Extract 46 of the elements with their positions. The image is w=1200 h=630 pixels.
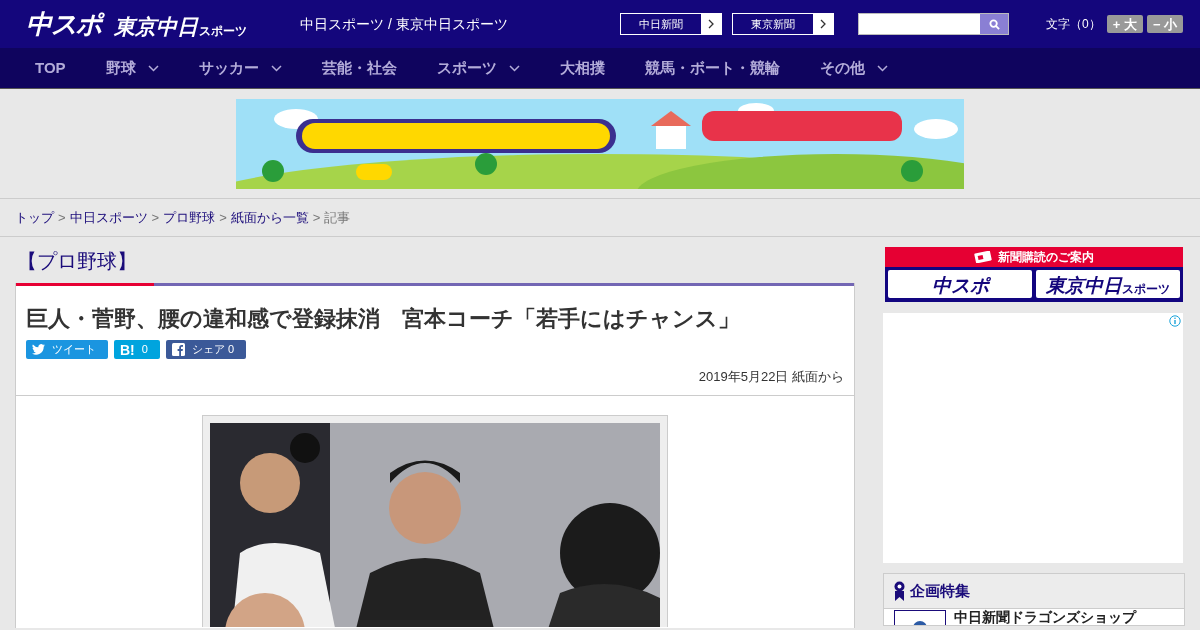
newspaper-logo-link[interactable]: 東京中日スポーツ (1036, 270, 1180, 298)
chevron-down-icon (876, 64, 888, 72)
nav-item[interactable]: 芸能・社会 (321, 56, 397, 80)
f-square-icon (171, 343, 185, 356)
breadcrumb-link[interactable]: 中日スポーツ (69, 207, 148, 228)
site-logo[interactable]: 東京中日スポーツ (114, 16, 248, 37)
search-icon (988, 18, 1000, 30)
chevron-down-icon (270, 64, 282, 72)
nav-item[interactable]: その他 (819, 56, 888, 80)
nav-item[interactable]: サッカー (198, 56, 282, 80)
breadcrumb-separator: > (312, 208, 321, 227)
feature-title: 企画特集 (910, 580, 970, 601)
breadcrumb-link[interactable]: 紙面から一覧 (230, 207, 309, 228)
nav-item[interactable]: 大相撲 (559, 56, 605, 80)
article-date: 2019年5月22日 紙面から (698, 368, 844, 386)
breadcrumb-current: 記事 (324, 208, 351, 227)
nav-item[interactable]: 野球 (105, 56, 159, 80)
chevron-right-icon (820, 19, 826, 29)
newspaper-link[interactable]: 東京新聞 (732, 13, 834, 35)
breadcrumb-separator: > (219, 208, 227, 227)
facebook-button[interactable]: シェア 0 (165, 340, 247, 359)
search-button[interactable] (980, 14, 1008, 34)
subscription-banner[interactable]: 新聞購読のご案内 中スポ 東京中日スポーツ (885, 247, 1183, 302)
category-heading: 【プロ野球】 (16, 249, 138, 274)
chevron-right-icon (708, 19, 714, 29)
newspaper-icon (974, 251, 992, 263)
site-tagline: 中日スポーツ / 東京中日スポーツ (300, 14, 509, 34)
breadcrumb-separator: > (151, 208, 160, 227)
font-size-label: 文字（0） (1046, 16, 1101, 33)
ribbon-icon (894, 581, 905, 601)
nav-item[interactable]: スポーツ (436, 56, 520, 80)
bird-icon (32, 344, 45, 355)
nav-item[interactable]: 競馬・ボート・競輪 (644, 56, 780, 80)
breadcrumb-separator: > (58, 208, 66, 227)
breadcrumb-link[interactable]: プロ野球 (163, 207, 216, 228)
info-icon[interactable] (1169, 315, 1181, 327)
newspaper-logo-link[interactable]: 中スポ (888, 270, 1032, 298)
nav-item[interactable]: TOP (35, 56, 66, 80)
subscription-title: 新聞購読のご案内 (998, 249, 1094, 266)
chevron-down-icon (508, 64, 520, 72)
article-title: 巨人・菅野、腰の違和感で登録抹消 宮本コーチ「若手にはチャンス」 (26, 305, 741, 333)
chevron-down-icon (147, 64, 159, 72)
newspaper-link[interactable]: 中日新聞 (620, 13, 722, 35)
breadcrumb-link[interactable]: トップ (15, 207, 54, 228)
search-field[interactable] (858, 13, 1009, 35)
site-logo[interactable]: 中スポ (26, 11, 103, 37)
